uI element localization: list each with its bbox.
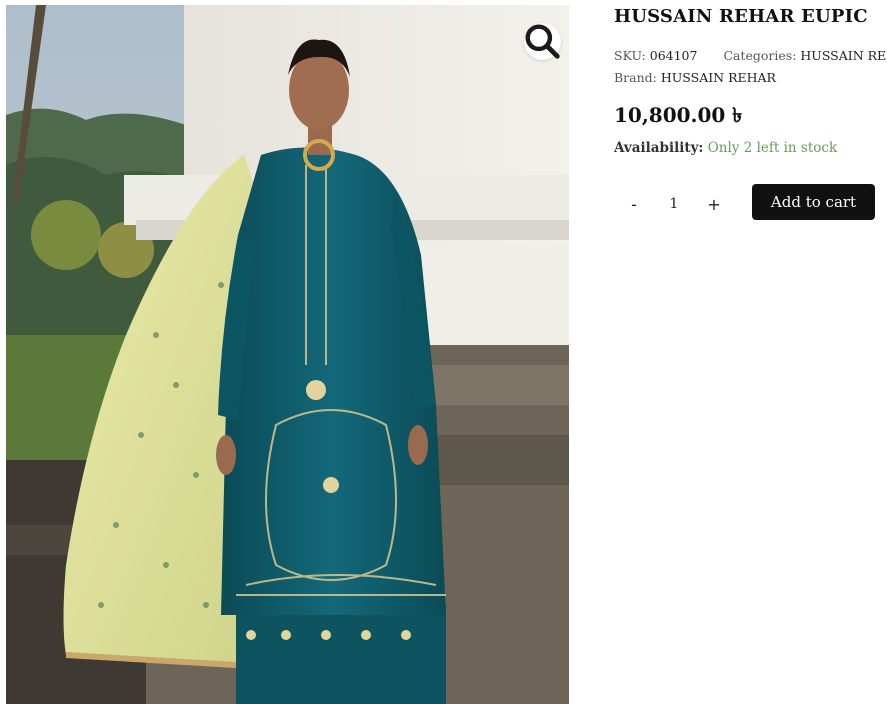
availability-label: Availability: bbox=[614, 140, 704, 156]
zoom-button[interactable] bbox=[524, 23, 561, 60]
quantity-stepper: - + bbox=[622, 188, 732, 220]
sku-label: SKU: bbox=[614, 48, 646, 63]
sku-value: 064107 bbox=[649, 48, 698, 63]
add-to-cart-button[interactable]: Add to cart bbox=[752, 184, 875, 220]
search-icon bbox=[525, 24, 560, 59]
categories-label: Categories: bbox=[723, 48, 797, 63]
product-image[interactable] bbox=[6, 5, 569, 704]
quantity-increase-button[interactable]: + bbox=[702, 190, 726, 218]
availability: Availability: Only 2 left in stock bbox=[614, 140, 837, 156]
product-meta-brand: Brand: HUSSAIN REHAR bbox=[614, 70, 776, 85]
product-title: HUSSAIN REHAR EUPIC bbox=[614, 6, 868, 27]
stock-status: Only 2 left in stock bbox=[707, 140, 838, 156]
product-gallery[interactable] bbox=[6, 5, 569, 704]
brand-label: Brand: bbox=[614, 70, 657, 85]
product-meta-sku-categories: SKU: 064107 Categories: HUSSAIN REHAR D.… bbox=[614, 48, 887, 63]
product-summary: HUSSAIN REHAR EUPIC SKU: 064107 Categori… bbox=[614, 0, 887, 704]
categories-link[interactable]: HUSSAIN REHAR D... bbox=[800, 48, 887, 63]
quantity-decrease-button[interactable]: - bbox=[622, 190, 646, 218]
brand-link[interactable]: HUSSAIN REHAR bbox=[661, 70, 776, 85]
product-price: 10,800.00 ৳ bbox=[614, 103, 743, 127]
quantity-input[interactable] bbox=[654, 190, 694, 218]
